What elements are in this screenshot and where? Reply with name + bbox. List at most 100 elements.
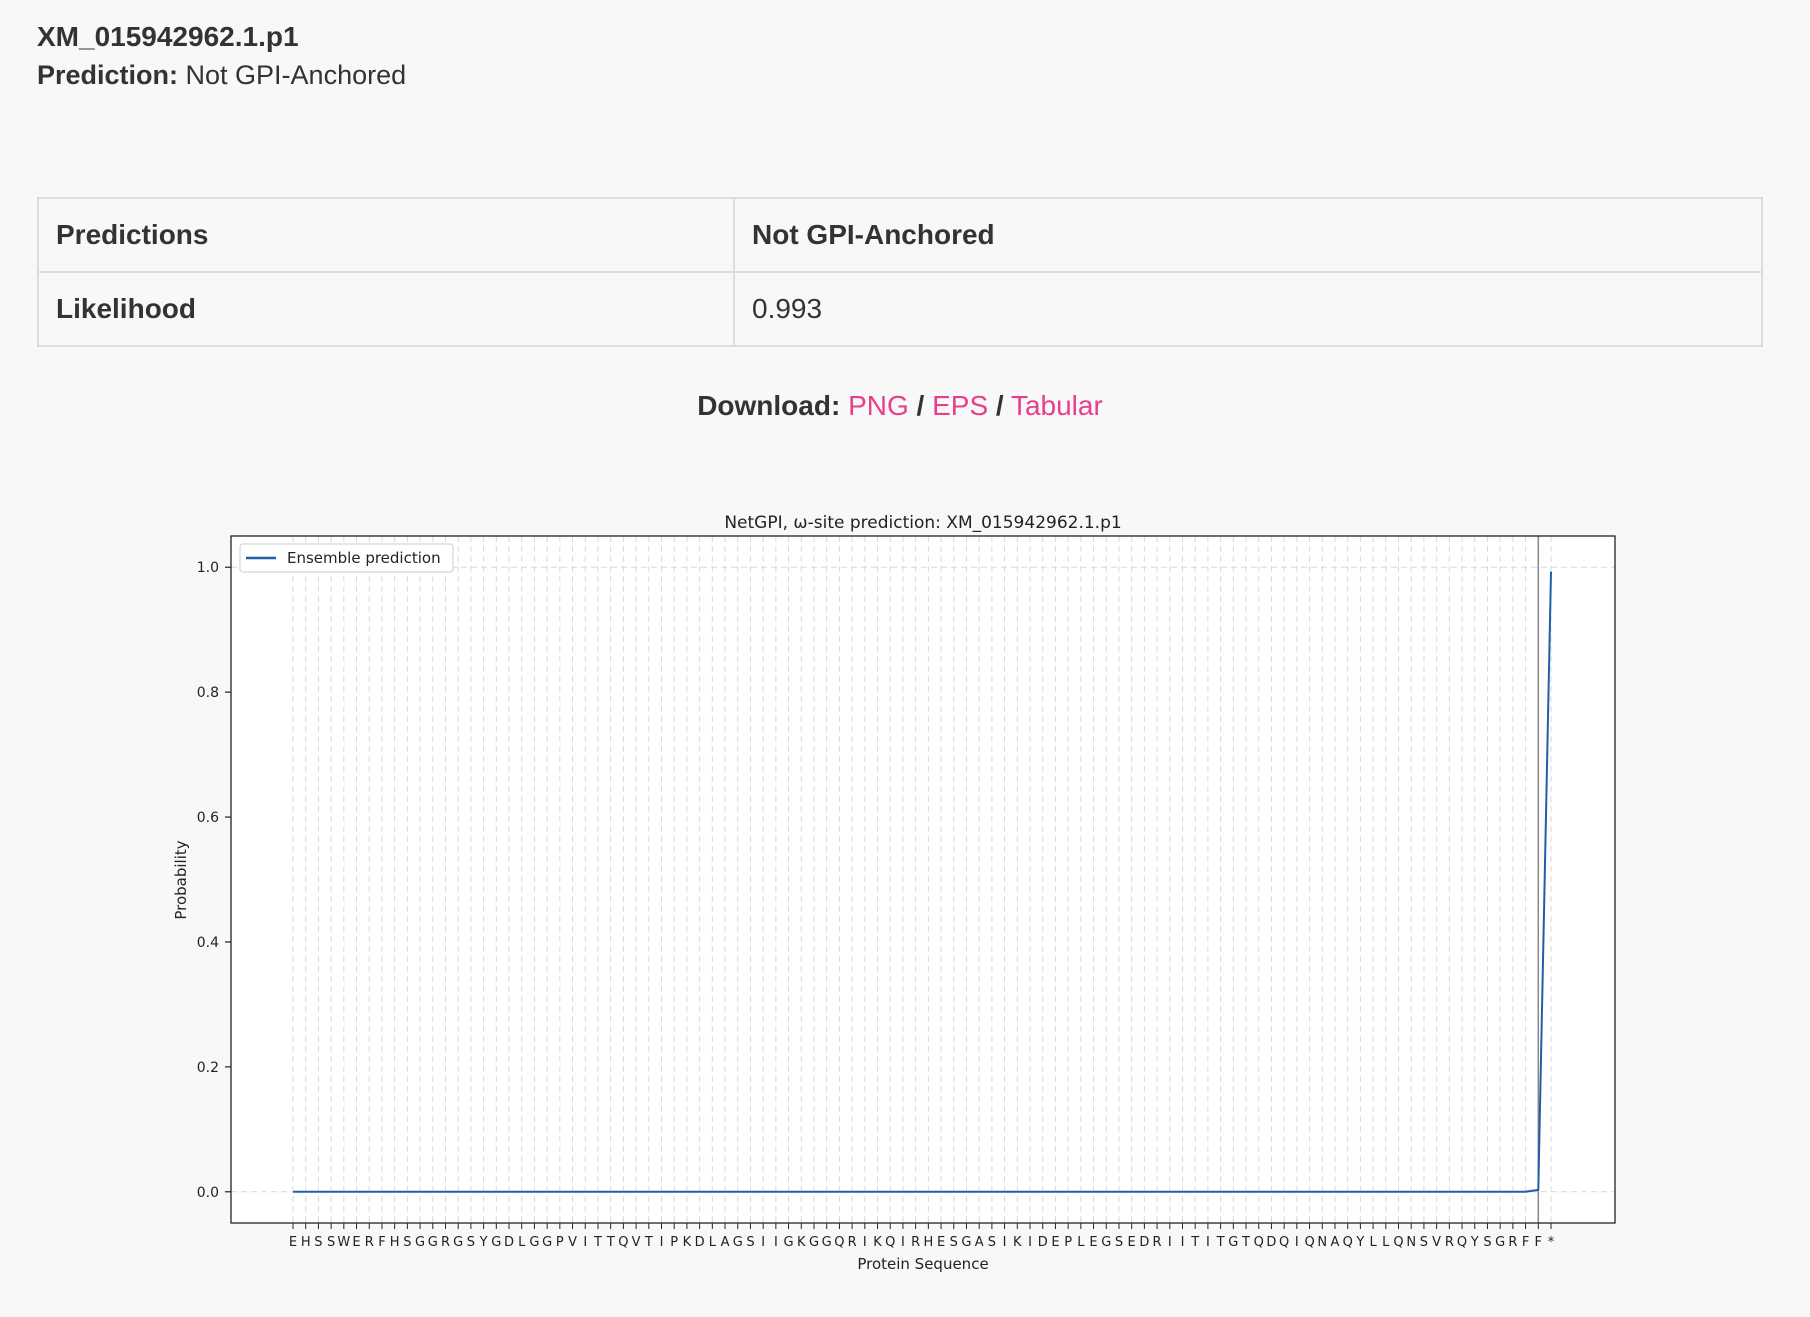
x-tick-label: D [504, 1235, 514, 1250]
x-tick-label: Q [885, 1235, 895, 1250]
x-tick-label: V [568, 1235, 577, 1250]
x-tick-label: D [1038, 1235, 1048, 1250]
x-tick-label: A [975, 1235, 984, 1250]
x-tick-label: R [1508, 1235, 1517, 1250]
download-tabular-link[interactable]: Tabular [1011, 390, 1103, 421]
x-tick-label: S [467, 1235, 475, 1250]
x-tick-label: P [670, 1235, 678, 1250]
download-bar: Download: PNG / EPS / Tabular [0, 390, 1800, 422]
x-tick-label: S [950, 1235, 958, 1250]
x-tick-label: S [314, 1235, 322, 1250]
x-tick-label: W [337, 1235, 350, 1250]
x-tick-label: N [1406, 1235, 1416, 1250]
results-table: Predictions Not GPI-Anchored Likelihood … [37, 197, 1763, 347]
x-tick-label: D [695, 1235, 705, 1250]
y-tick-label: 0.2 [197, 1060, 219, 1076]
x-tick-label: S [327, 1235, 335, 1250]
x-tick-label: T [1241, 1235, 1250, 1250]
x-tick-label: E [1128, 1235, 1136, 1250]
x-tick-label: L [709, 1235, 717, 1250]
x-tick-label: Q [1457, 1235, 1467, 1250]
x-tick-label: I [774, 1235, 778, 1250]
x-tick-label: V [632, 1235, 641, 1250]
x-tick-label: R [365, 1235, 374, 1250]
x-tick-label: G [733, 1235, 743, 1250]
x-tick-label: G [961, 1235, 971, 1250]
x-tick-label: S [746, 1235, 754, 1250]
x-tick-label: I [1168, 1235, 1172, 1250]
x-tick-label: A [1331, 1235, 1340, 1250]
download-label: Download: [697, 390, 841, 421]
x-tick-label: H [390, 1235, 400, 1250]
x-tick-label: G [453, 1235, 463, 1250]
x-tick-label: Q [618, 1235, 628, 1250]
x-tick-label: H [923, 1235, 933, 1250]
legend-label: Ensemble prediction [287, 549, 441, 567]
x-tick-label: E [352, 1235, 360, 1250]
x-tick-label: T [1190, 1235, 1199, 1250]
x-tick-label: Q [1254, 1235, 1264, 1250]
x-tick-label: Y [1470, 1235, 1479, 1250]
table-cell-likelihood-label: Likelihood [37, 271, 735, 347]
download-eps-link[interactable]: EPS [932, 390, 988, 421]
x-tick-label: I [1003, 1235, 1007, 1250]
x-tick-label: P [556, 1235, 564, 1250]
x-tick-label: K [683, 1235, 692, 1250]
table-cell-predictions-value: Not GPI-Anchored [733, 197, 1763, 273]
x-tick-label: T [593, 1235, 602, 1250]
x-tick-label: Y [1355, 1235, 1364, 1250]
x-tick-label: Q [1393, 1235, 1403, 1250]
prediction-summary: Prediction: Not GPI-Anchored [37, 56, 406, 94]
x-tick-label: Q [834, 1235, 844, 1250]
x-tick-label: I [1206, 1235, 1210, 1250]
x-tick-label: L [1369, 1235, 1377, 1250]
x-tick-label: S [403, 1235, 411, 1250]
y-tick-label: 0.8 [197, 685, 219, 701]
x-tick-label: E [1051, 1235, 1059, 1250]
x-tick-label: T [606, 1235, 615, 1250]
x-tick-label: I [583, 1235, 587, 1250]
x-tick-label: R [1153, 1235, 1162, 1250]
result-header: XM_015942962.1.p1 Prediction: Not GPI-An… [37, 18, 406, 94]
x-tick-label: R [911, 1235, 920, 1250]
x-tick-label: S [988, 1235, 996, 1250]
x-tick-label: I [1028, 1235, 1032, 1250]
x-tick-label: R [441, 1235, 450, 1250]
x-tick-label: D [1139, 1235, 1149, 1250]
x-tick-label: F [378, 1235, 385, 1250]
x-tick-label: G [542, 1235, 552, 1250]
x-tick-label: E [937, 1235, 945, 1250]
x-tick-label: S [1483, 1235, 1491, 1250]
y-tick-label: 0.4 [197, 935, 219, 951]
chart-container: 0.0 0.2 0.4 0.6 0.8 1.0 E H S S W E R F H S G G R G S Y G D L G G P… [0, 500, 1810, 1280]
x-tick-label: G [428, 1235, 438, 1250]
x-tick-label: I [660, 1235, 664, 1250]
x-tick-label: F [1535, 1235, 1542, 1250]
x-tick-label: Q [1304, 1235, 1314, 1250]
x-axis-label: Protein Sequence [857, 1255, 988, 1273]
x-tick-label: G [1495, 1235, 1505, 1250]
table-cell-likelihood-value: 0.993 [733, 271, 1763, 347]
x-tick-label: A [721, 1235, 730, 1250]
x-tick-label: D [1266, 1235, 1276, 1250]
x-tick-label: G [822, 1235, 832, 1250]
y-tick-label: 1.0 [197, 560, 219, 576]
x-tick-label: G [809, 1235, 819, 1250]
x-tick-label: G [491, 1235, 501, 1250]
x-tick-label: E [1089, 1235, 1097, 1250]
x-tick-label: L [1077, 1235, 1085, 1250]
x-tick-label: G [784, 1235, 794, 1250]
x-tick-label: E [289, 1235, 297, 1250]
x-tick-label: R [1445, 1235, 1454, 1250]
x-tick-label: I [761, 1235, 765, 1250]
download-png-link[interactable]: PNG [848, 390, 909, 421]
download-separator: / [995, 390, 1004, 421]
x-tick-label: H [301, 1235, 311, 1250]
x-tick-label: F [1522, 1235, 1529, 1250]
x-tick-label: V [1432, 1235, 1441, 1250]
x-tick-label: G [529, 1235, 539, 1250]
x-tick-label: K [1013, 1235, 1022, 1250]
x-tick-label: I [1181, 1235, 1185, 1250]
x-tick-label: Q [1279, 1235, 1289, 1250]
x-tick-label: I [901, 1235, 905, 1250]
